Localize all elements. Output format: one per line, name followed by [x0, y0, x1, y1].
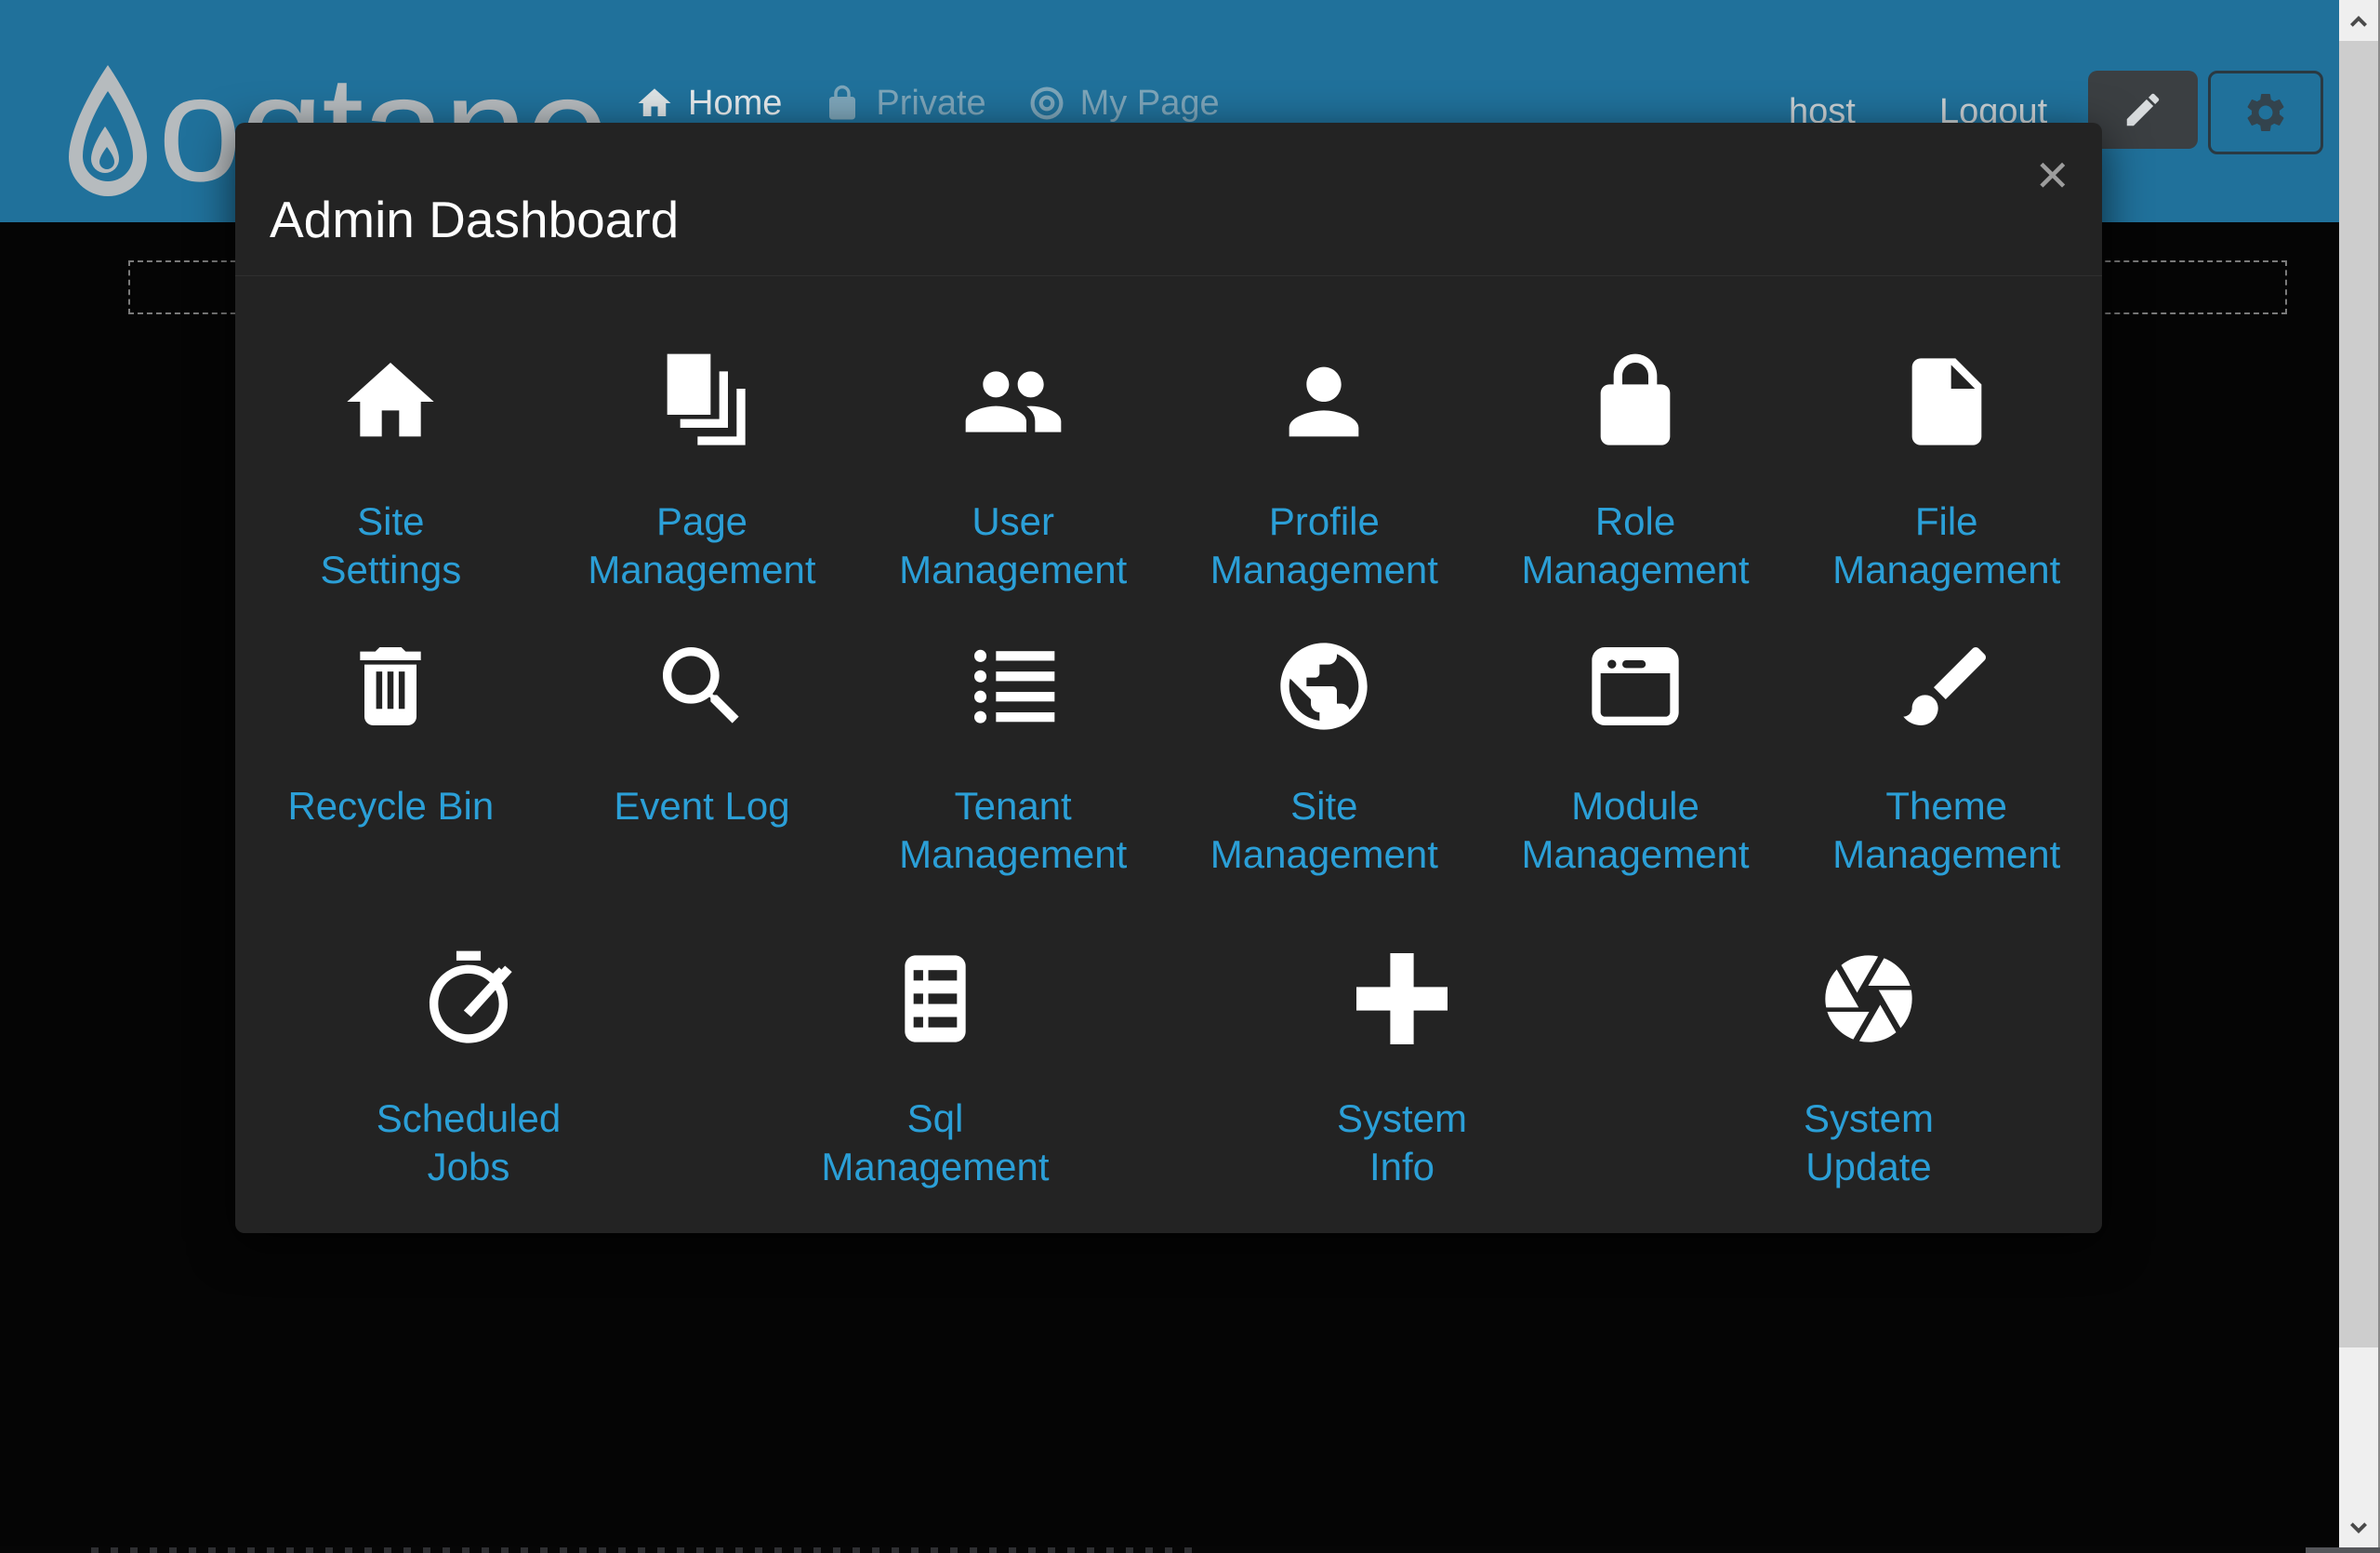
list-icon: [961, 634, 1065, 738]
scroll-down-button[interactable]: [2339, 1508, 2378, 1549]
tile-label: Recycle Bin: [287, 782, 494, 830]
tile-row-1: SiteSettings PageManagement UserManagement…: [235, 350, 2102, 594]
water-drop-icon: [61, 60, 154, 212]
nav-item-my-page[interactable]: My Page: [1027, 84, 1220, 124]
home-icon: [635, 84, 674, 123]
people-icon: [961, 350, 1065, 454]
nav-item-private[interactable]: Private: [823, 84, 985, 124]
tile-label: SqlManagement: [821, 1095, 1049, 1191]
vertical-scrollbar[interactable]: [2339, 0, 2380, 1553]
admin-tile-event-log[interactable]: Event Log: [547, 634, 858, 879]
admin-tile-file-management[interactable]: FileManagement: [1791, 350, 2102, 594]
pencil-icon: [2122, 88, 2164, 131]
admin-tile-profile-management[interactable]: ProfileManagement: [1169, 350, 1480, 594]
tile-label: SiteManagement: [1210, 782, 1438, 879]
plus-icon: [1350, 947, 1454, 1051]
admin-tile-scheduled-jobs[interactable]: ScheduledJobs: [235, 947, 702, 1191]
close-icon[interactable]: ✕: [2034, 154, 2070, 197]
brush-icon: [1895, 634, 1999, 738]
tile-label: ScheduledJobs: [377, 1095, 562, 1191]
admin-tile-user-management[interactable]: UserManagement: [857, 350, 1169, 594]
search-icon: [650, 634, 754, 738]
clipped-text-marks: [79, 1547, 1204, 1553]
admin-tile-sql-management[interactable]: SqlManagement: [702, 947, 1169, 1191]
lock-icon: [1583, 350, 1687, 454]
tile-row-2: Recycle Bin Event Log TenantManagement Site…: [235, 634, 2102, 879]
table-icon: [883, 947, 987, 1051]
tile-row-3: ScheduledJobs SqlManagement SystemInfo Syst…: [235, 947, 2102, 1191]
tile-label: TenantManagement: [899, 782, 1127, 879]
tile-label: Event Log: [614, 782, 789, 830]
lock-icon: [823, 84, 862, 123]
tile-label: ProfileManagement: [1210, 498, 1438, 594]
admin-tile-site-management[interactable]: SiteManagement: [1169, 634, 1480, 879]
admin-tile-theme-management[interactable]: ThemeManagement: [1791, 634, 2102, 879]
admin-tile-page-management[interactable]: PageManagement: [547, 350, 858, 594]
shutter-icon: [1817, 947, 1921, 1051]
admin-tile-tenant-management[interactable]: TenantManagement: [857, 634, 1169, 879]
page-settings-button[interactable]: [2208, 71, 2323, 154]
admin-tile-module-management[interactable]: ModuleManagement: [1480, 634, 1792, 879]
gear-icon: [2242, 89, 2289, 136]
tile-label: PageManagement: [588, 498, 815, 594]
tile-label: RoleManagement: [1521, 498, 1749, 594]
nav-item-home[interactable]: Home: [635, 84, 782, 124]
globe-icon: [1272, 634, 1376, 738]
admin-tile-system-info[interactable]: SystemInfo: [1169, 947, 1635, 1191]
modal-title: Admin Dashboard: [270, 190, 679, 249]
trash-icon: [338, 634, 443, 738]
pages-icon: [650, 350, 754, 454]
scrollbar-thumb[interactable]: [2339, 41, 2378, 1347]
window-icon: [1583, 634, 1687, 738]
nav-label: Private: [876, 84, 985, 124]
chevron-down-icon: [2345, 1515, 2373, 1543]
clipped-bottom-corner: [2306, 1547, 2380, 1553]
tile-label: SystemUpdate: [1804, 1095, 1934, 1191]
admin-tile-system-update[interactable]: SystemUpdate: [1635, 947, 2102, 1191]
nav-label: Home: [688, 84, 782, 124]
home-icon: [338, 350, 443, 454]
tile-label: FileManagement: [1832, 498, 2060, 594]
scroll-up-button[interactable]: [2339, 0, 2378, 41]
person-icon: [1272, 350, 1376, 454]
timer-icon: [416, 947, 521, 1051]
tile-label: UserManagement: [899, 498, 1127, 594]
admin-tile-role-management[interactable]: RoleManagement: [1480, 350, 1792, 594]
tile-label: ThemeManagement: [1832, 782, 2060, 879]
admin-tile-recycle-bin[interactable]: Recycle Bin: [235, 634, 547, 879]
tile-label: SiteSettings: [320, 498, 461, 594]
tile-label: ModuleManagement: [1521, 782, 1749, 879]
admin-tile-site-settings[interactable]: SiteSettings: [235, 350, 547, 594]
target-icon: [1027, 84, 1066, 123]
tile-label: SystemInfo: [1337, 1095, 1467, 1191]
clipped-bottom-content: [0, 1546, 2339, 1553]
edit-mode-button[interactable]: [2088, 71, 2198, 149]
file-icon: [1895, 350, 1999, 454]
nav-label: My Page: [1080, 84, 1220, 124]
admin-dashboard-modal: Admin Dashboard ✕ SiteSettings PageManage…: [235, 123, 2102, 1233]
chevron-up-icon: [2345, 7, 2373, 34]
modal-header: Admin Dashboard ✕: [235, 123, 2102, 276]
